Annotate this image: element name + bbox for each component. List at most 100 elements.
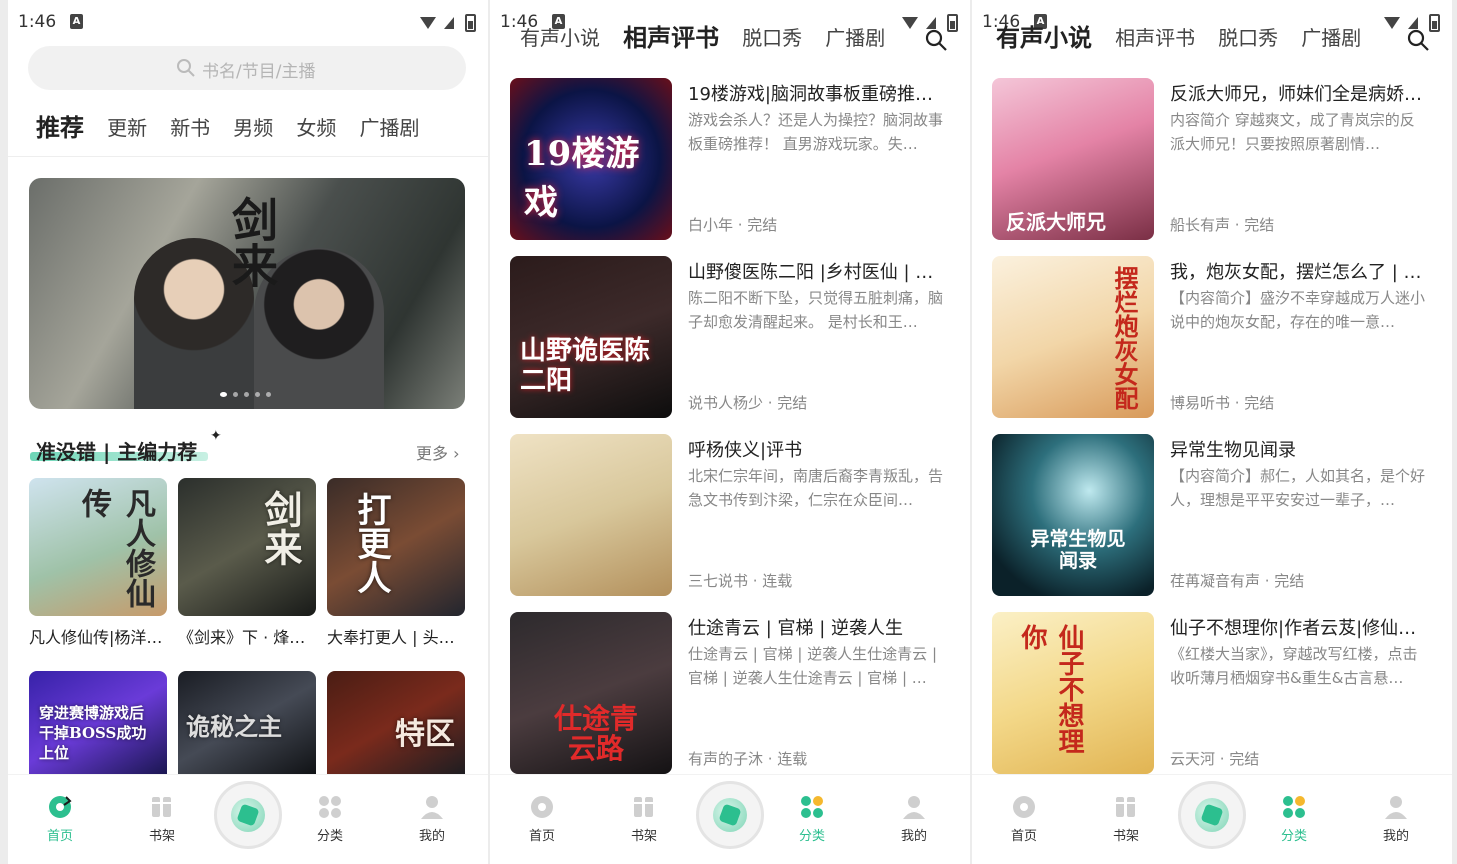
status-bar: 1:46 A (8, 10, 488, 36)
program-cover: 仙子不想理你 (992, 612, 1154, 774)
nav-category[interactable]: 分类 (1264, 793, 1324, 844)
program-title: 仕途青云 | 官梯 | 逆袭人生 (688, 618, 904, 639)
list-item[interactable]: 反派大师兄 反派大师兄，师妹们全是病娇… 内容简介 穿越爽文，成了青岚宗的反派大… (992, 78, 1432, 240)
program-cover: 反派大师兄 (992, 78, 1154, 240)
player-button[interactable] (214, 781, 282, 849)
more-link[interactable]: 更多 › (416, 440, 460, 464)
nav-bookshelf[interactable]: 书架 (614, 793, 674, 844)
category-grid-icon (1283, 796, 1305, 818)
book-cover: 特区 (327, 671, 465, 775)
program-title: 呼杨侠义|评书 (688, 440, 803, 461)
tab-crosstalk[interactable]: 相声评书 (1115, 22, 1195, 54)
tab-new-books[interactable]: 新书 (170, 112, 210, 144)
tab-radio-drama[interactable]: 广播剧 (359, 112, 419, 144)
nav-bookshelf[interactable]: 书架 (1096, 793, 1156, 844)
program-desc: 《红楼大当家》，穿越改写红楼，点击收听薄月栖烟穿书&重生&古言悬… (1170, 645, 1418, 687)
nav-bookshelf[interactable]: 书架 (132, 793, 192, 844)
program-meta: 云天河 · 完结 (1170, 750, 1260, 768)
book-title: 凡人修仙传|杨洋… (29, 628, 163, 647)
program-title: 19楼游戏|脑洞故事板重磅推… (688, 84, 933, 105)
tab-audio-novel[interactable]: 有声小说 (520, 22, 600, 54)
program-meta: 有声的子沐 · 连载 (688, 750, 808, 768)
search-icon[interactable] (924, 28, 948, 52)
nav-category-label: 分类 (316, 829, 343, 844)
tab-updates[interactable]: 更新 (107, 112, 147, 144)
program-title: 反派大师兄，师妹们全是病娇… (1170, 84, 1422, 105)
nav-bookshelf-label: 书架 (630, 829, 657, 844)
nav-home-label: 首页 (46, 829, 73, 844)
nav-bookshelf-label: 书架 (148, 829, 175, 844)
home-disc-icon (1013, 796, 1035, 818)
search-icon (177, 59, 195, 77)
program-cover: 异常生物见闻录 (992, 434, 1154, 596)
nav-mine-label: 我的 (900, 829, 927, 844)
list-item[interactable]: 19楼游戏 19楼游戏|脑洞故事板重磅推… 游戏会杀人？还是人为操控？脑洞故事板… (510, 78, 950, 240)
bookshelf-icon (634, 797, 653, 817)
program-desc: 仕途青云 | 官梯 | 逆袭人生仕途青云 | 官梯 | 逆袭人生仕途青云 | 官… (688, 645, 938, 687)
list-item[interactable]: 山野诡医陈二阳 山野傻医陈二阳 |乡村医仙 | 【… 陈二阳不断下坠，只觉得五脏… (510, 256, 950, 418)
search-icon[interactable] (1406, 28, 1430, 52)
tab-recommend[interactable]: 推荐 (36, 112, 84, 144)
category-tabs: 推荐 更新 新书 男频 女频 广播剧 (36, 112, 437, 152)
bookshelf-icon (1116, 797, 1135, 817)
hero-banner[interactable]: 剑来 (29, 178, 465, 409)
program-title: 我，炮灰女配，摆烂怎么了 | … (1170, 262, 1422, 283)
category-tabs: 有声小说 相声评书 脱口秀 广播剧 (996, 22, 1379, 54)
player-button[interactable] (1178, 781, 1246, 849)
player-button[interactable] (696, 781, 764, 849)
nav-home-label: 首页 (1010, 829, 1037, 844)
tab-audio-novel[interactable]: 有声小说 (996, 22, 1092, 54)
book-title: 大奉打更人 | 头… (327, 628, 455, 647)
list-item[interactable]: 仕途青云路 仕途青云 | 官梯 | 逆袭人生 仕途青云 | 官梯 | 逆袭人生仕… (510, 612, 950, 774)
sim-icon: A (70, 14, 83, 29)
nav-category[interactable]: 分类 (782, 793, 842, 844)
nav-home[interactable]: 首页 (512, 793, 572, 844)
tab-radio-drama[interactable]: 广播剧 (1301, 22, 1361, 54)
home-disc-icon (531, 796, 553, 818)
book-card[interactable]: 穿进赛博游戏后 干掉BOSS成功上位 (29, 671, 167, 775)
tab-crosstalk[interactable]: 相声评书 (623, 22, 719, 54)
book-cover: 穿进赛博游戏后 干掉BOSS成功上位 (29, 671, 167, 775)
tab-female[interactable]: 女频 (296, 112, 336, 144)
book-card[interactable]: 诡秘之主 (178, 671, 316, 775)
book-card[interactable]: 打更人 大奉打更人 | 头… (327, 478, 465, 648)
nav-mine[interactable]: 我的 (884, 793, 944, 844)
nav-mine[interactable]: 我的 (1366, 793, 1426, 844)
program-cover: 山野诡医陈二阳 (510, 256, 672, 418)
list-item[interactable]: 异常生物见闻录 异常生物见闻录 【内容简介】郝仁，人如其名，是个好人，理想是平平… (992, 434, 1432, 596)
list-item[interactable]: 摆烂炮灰女配 我，炮灰女配，摆烂怎么了 | … 【内容简介】盛汐不幸穿越成万人迷… (992, 256, 1432, 418)
search-bar[interactable]: 书名/节目/主播 (28, 46, 466, 90)
nav-home[interactable]: 首页 (994, 793, 1054, 844)
tab-male[interactable]: 男频 (233, 112, 273, 144)
nav-category-label: 分类 (798, 829, 825, 844)
tab-radio-drama[interactable]: 广播剧 (825, 22, 885, 54)
tab-talk-show[interactable]: 脱口秀 (1218, 22, 1278, 54)
book-cover: 诡秘之主 (178, 671, 316, 775)
status-time: 1:46 (18, 12, 57, 32)
book-title: 《剑来》下 · 烽… (178, 628, 306, 647)
program-title: 山野傻医陈二阳 |乡村医仙 | 【… (688, 262, 946, 283)
nav-category[interactable]: 分类 (300, 793, 360, 844)
book-cover: 凡人修仙传 (29, 478, 167, 616)
panel-category-crosstalk: 1:46 A 有声小说 相声评书 脱口秀 广播剧 19楼游戏 19楼游戏|脑洞故… (490, 0, 970, 864)
bookshelf-icon (152, 797, 171, 817)
panel-home-recommend: 1:46 A 书名/节目/主播 推荐 更新 新书 男频 女频 广播剧 剑来 准没… (8, 0, 488, 864)
program-desc: 【内容简介】郝仁，人如其名，是个好人，理想是平平安安过一辈子，… (1170, 467, 1426, 509)
book-card[interactable]: 凡人修仙传 凡人修仙传|杨洋… (29, 478, 167, 648)
nav-home[interactable]: 首页 (30, 793, 90, 844)
category-grid-icon (801, 796, 823, 818)
book-card[interactable]: 剑来 《剑来》下 · 烽… (178, 478, 316, 648)
program-meta: 说书人杨少 · 完结 (688, 394, 808, 412)
search-placeholder: 书名/节目/主播 (202, 62, 316, 82)
program-meta: 三七说书 · 连载 (688, 572, 793, 590)
program-title: 仙子不想理你|作者云芨|修仙… (1170, 618, 1417, 639)
program-desc: 陈二阳不断下坠，只觉得五脏刺痛，脑子却愈发清醒起来。 是村长和王… (688, 289, 944, 331)
book-cover: 打更人 (327, 478, 465, 616)
list-item[interactable]: 呼杨侠义|评书 北宋仁宗年间，南唐后裔李青叛乱，告急文书传到汴梁，仁宗在众臣间…… (510, 434, 950, 596)
tab-talk-show[interactable]: 脱口秀 (742, 22, 802, 54)
program-title: 异常生物见闻录 (1170, 440, 1296, 461)
nav-mine[interactable]: 我的 (402, 793, 462, 844)
nav-category-label: 分类 (1280, 829, 1307, 844)
list-item[interactable]: 仙子不想理你 仙子不想理你|作者云芨|修仙… 《红楼大当家》，穿越改写红楼，点击… (992, 612, 1432, 774)
book-card[interactable]: 特区 (327, 671, 465, 775)
